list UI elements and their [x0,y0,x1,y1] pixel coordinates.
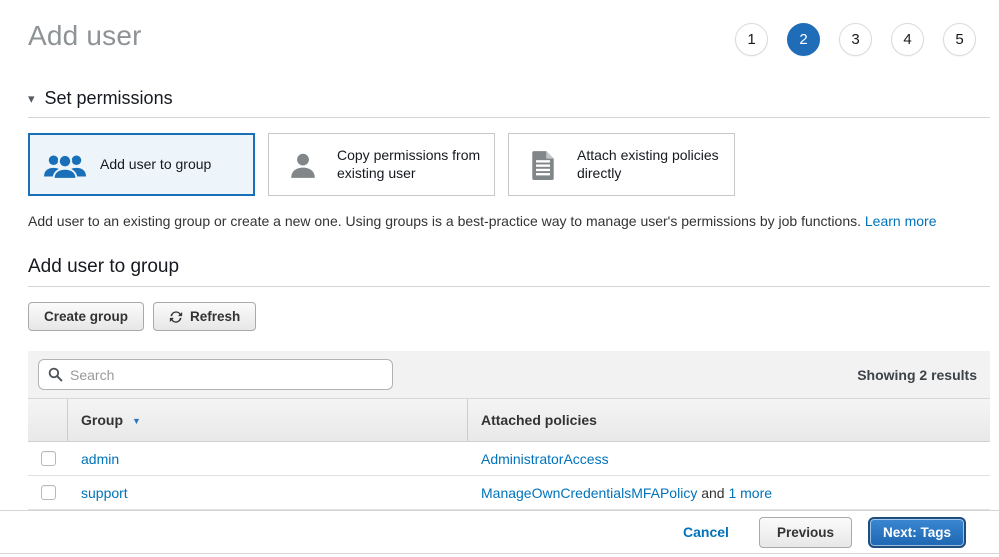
group-cell: admin [68,442,468,475]
page-content: Add user 1 2 3 4 5 ▾ Set permissions [0,0,999,510]
group-link[interactable]: admin [81,451,119,467]
results-count: Showing 2 results [857,367,980,383]
card-label: Copy permissions from existing user [337,147,494,182]
document-icon [509,150,577,180]
create-group-button[interactable]: Create group [28,302,144,331]
table-row: support ManageOwnCredentialsMFAPolicy an… [28,476,990,510]
previous-button[interactable]: Previous [759,517,852,548]
table-header: Group ▼ Attached policies [28,398,990,442]
refresh-button[interactable]: Refresh [153,302,256,331]
sort-desc-icon[interactable]: ▼ [132,414,141,426]
search-icon [48,367,63,382]
learn-more-link[interactable]: Learn more [865,213,937,229]
header-checkbox-cell [28,399,68,441]
policy-link[interactable]: AdministratorAccess [481,451,609,467]
step-3[interactable]: 3 [839,23,872,56]
set-permissions-toggle[interactable]: ▾ Set permissions [28,88,990,109]
policy-link[interactable]: ManageOwnCredentialsMFAPolicy [481,485,697,501]
row-checkbox[interactable] [41,451,56,466]
collapse-caret-icon: ▾ [28,91,35,107]
and-text: and [697,485,728,501]
section-divider [28,286,990,287]
groups-table: Showing 2 results Group ▼ Attached polic… [28,351,990,510]
refresh-label: Refresh [190,309,240,324]
search-box[interactable] [38,359,393,390]
policies-cell: AdministratorAccess [468,442,990,475]
permission-option-cards: Add user to group Copy permissions from … [28,133,990,196]
group-cell: support [68,476,468,509]
add-user-to-group-heading: Add user to group [28,256,990,278]
policies-cell: ManageOwnCredentialsMFAPolicy and 1 more [468,476,990,509]
wizard-steps: 1 2 3 4 5 [735,23,976,56]
card-attach-policies[interactable]: Attach existing policies directly [508,133,735,196]
row-checkbox-cell [28,442,68,475]
group-link[interactable]: support [81,485,128,501]
permissions-description: Add user to an existing group or create … [28,213,990,229]
description-text: Add user to an existing group or create … [28,213,861,229]
refresh-icon [169,310,183,324]
table-row: admin AdministratorAccess [28,442,990,476]
card-add-user-to-group[interactable]: Add user to group [28,133,255,196]
row-checkbox[interactable] [41,485,56,500]
step-4[interactable]: 4 [891,23,924,56]
card-label: Add user to group [100,156,217,174]
section-divider [28,117,990,118]
column-header-policies: Attached policies [468,399,990,441]
table-toolbar: Showing 2 results [28,351,990,398]
user-icon [269,150,337,180]
cancel-link[interactable]: Cancel [683,524,729,540]
more-link[interactable]: 1 more [728,485,772,501]
search-input[interactable] [70,367,383,383]
column-header-group[interactable]: Group ▼ [68,399,468,441]
step-2-active[interactable]: 2 [787,23,820,56]
wizard-footer: Cancel Previous Next: Tags [0,510,999,554]
step-5[interactable]: 5 [943,23,976,56]
page-header: Add user 1 2 3 4 5 [28,0,990,56]
step-1[interactable]: 1 [735,23,768,56]
policies-column-label: Attached policies [481,412,597,428]
card-copy-permissions[interactable]: Copy permissions from existing user [268,133,495,196]
user-group-icon [30,150,100,180]
set-permissions-title: Set permissions [45,88,173,109]
row-checkbox-cell [28,476,68,509]
group-column-label: Group [81,412,123,428]
card-label: Attach existing policies directly [577,147,734,182]
next-tags-button[interactable]: Next: Tags [868,517,966,548]
page-title: Add user [28,20,142,52]
group-actions: Create group Refresh [28,302,990,331]
